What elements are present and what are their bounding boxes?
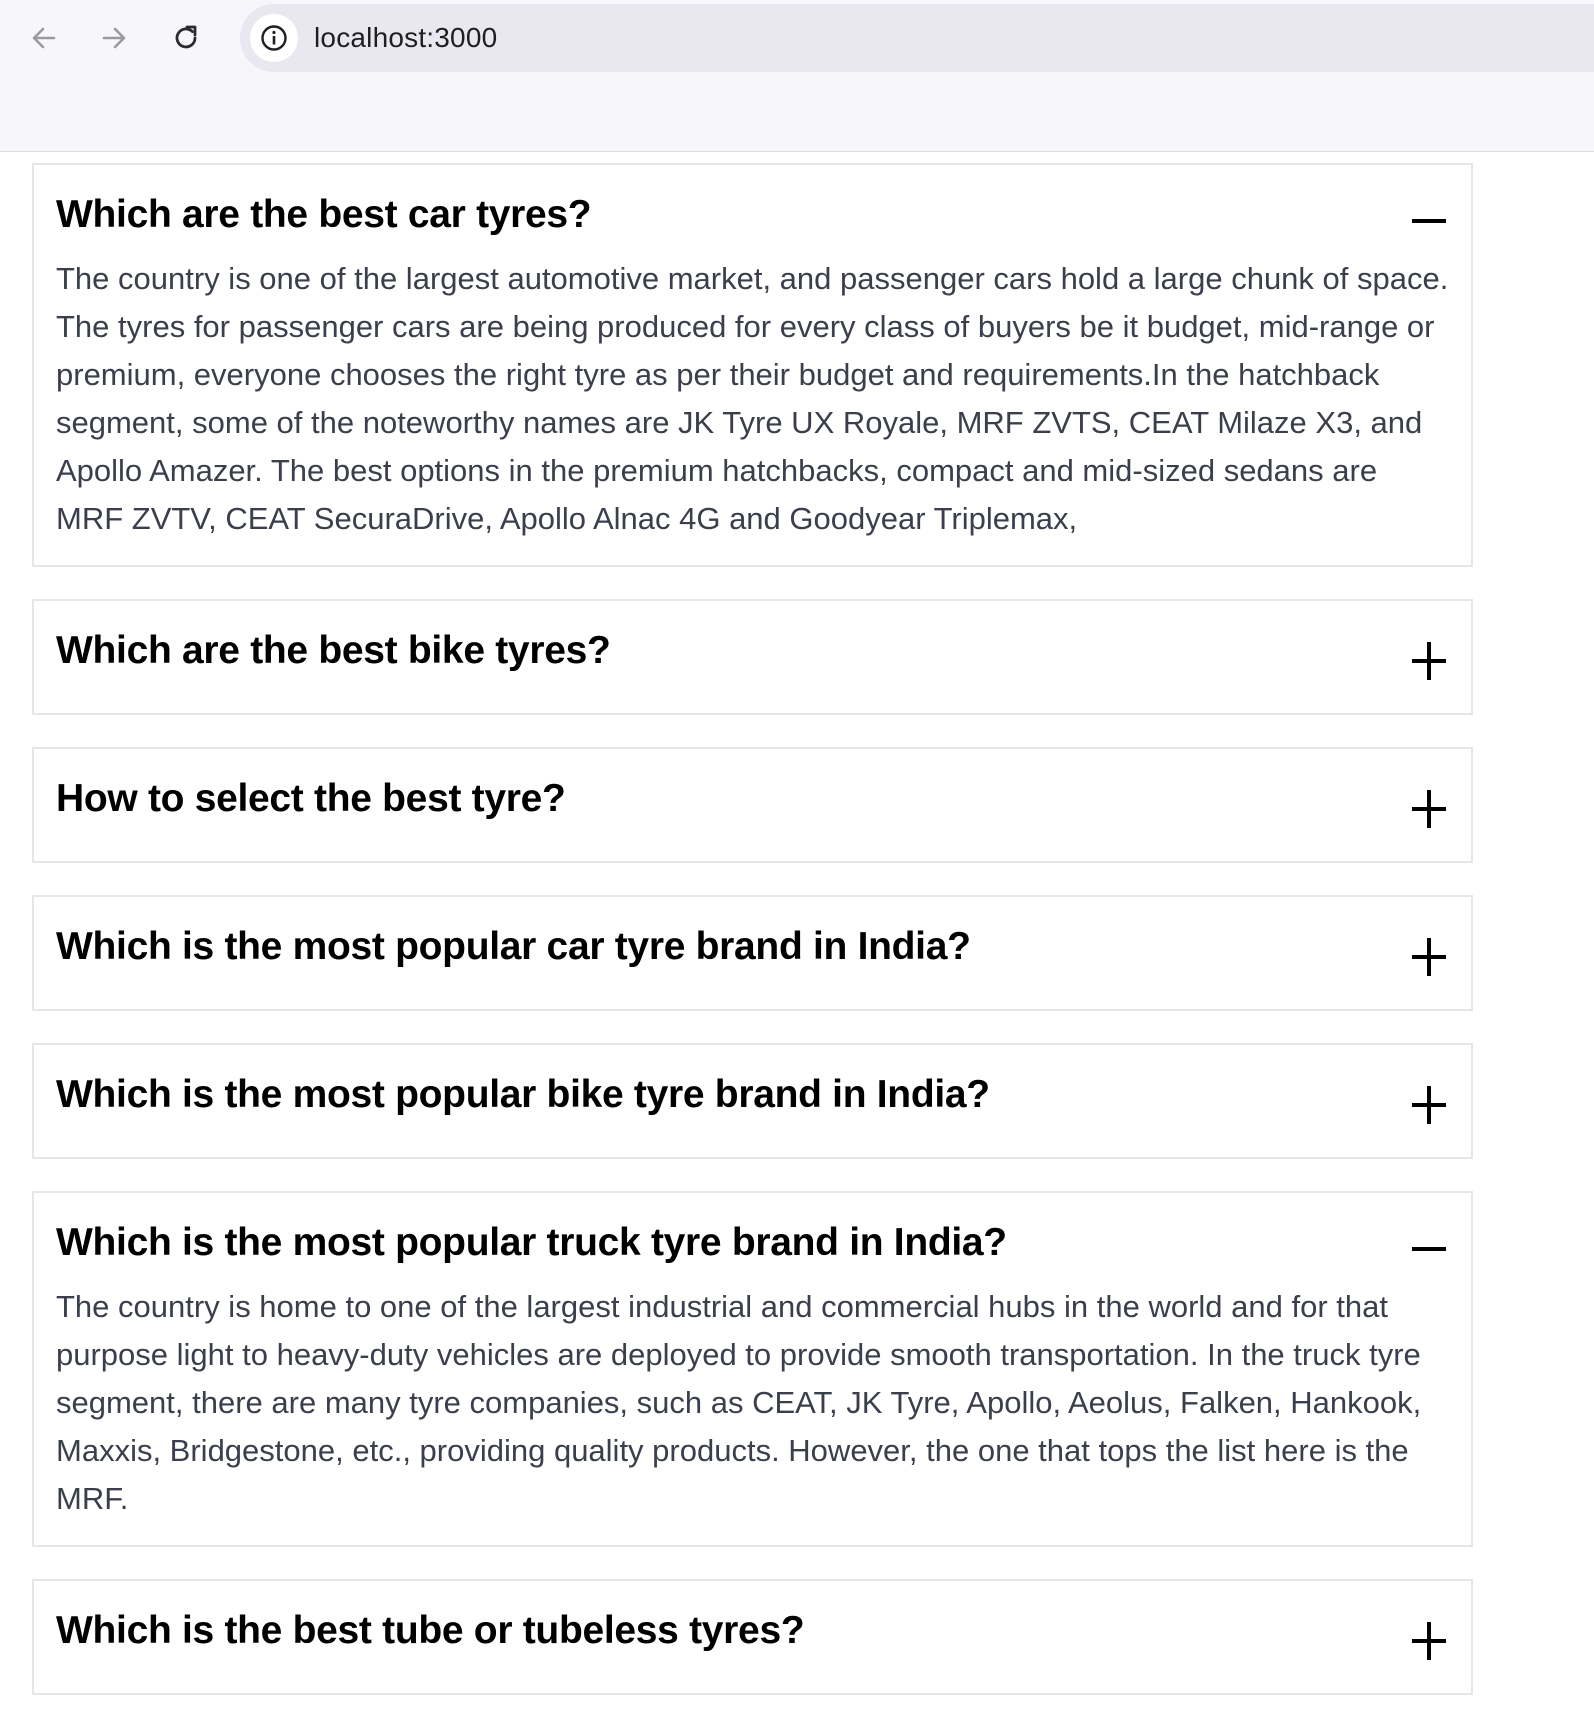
faq-item: Which is the most popular car tyre brand… xyxy=(32,895,1473,1011)
plus-icon[interactable] xyxy=(1409,641,1449,681)
back-button[interactable] xyxy=(24,18,64,58)
faq-question-toggle[interactable]: Which is the most popular truck tyre bra… xyxy=(34,1193,1471,1281)
faq-question-toggle[interactable]: Which is the most popular bike tyre bran… xyxy=(34,1045,1471,1157)
faq-answer: The country is home to one of the larges… xyxy=(56,1289,1422,1516)
faq-item: How to select the best tyre? xyxy=(32,747,1473,863)
faq-question: Which is the most popular car tyre brand… xyxy=(56,925,971,968)
arrow-left-icon xyxy=(32,27,56,49)
faq-item: Which are the best bike tyres? xyxy=(32,599,1473,715)
faq-list: Which are the best car tyres? The countr… xyxy=(32,163,1473,1727)
plus-icon[interactable] xyxy=(1409,1085,1449,1125)
faq-item: Which is the most popular bike tyre bran… xyxy=(32,1043,1473,1159)
faq-question: Which is the most popular bike tyre bran… xyxy=(56,1073,990,1116)
faq-question: Which is the best tube or tubeless tyres… xyxy=(56,1609,805,1652)
browser-toolbar: localhost:3000 xyxy=(0,0,1594,152)
faq-question-toggle[interactable]: How to select the best tyre? xyxy=(34,749,1471,861)
plus-icon[interactable] xyxy=(1409,937,1449,977)
minus-icon[interactable] xyxy=(1409,1229,1449,1269)
faq-question: Which are the best bike tyres? xyxy=(56,629,611,672)
arrow-right-icon xyxy=(102,27,126,49)
url-text: localhost:3000 xyxy=(314,22,498,53)
reload-icon xyxy=(175,25,197,49)
forward-button[interactable] xyxy=(94,18,134,58)
plus-icon[interactable] xyxy=(1409,789,1449,829)
plus-icon[interactable] xyxy=(1409,1621,1449,1661)
faq-item: Which is the most popular truck tyre bra… xyxy=(32,1191,1473,1547)
faq-question: How to select the best tyre? xyxy=(56,777,566,820)
faq-answer: The country is one of the largest automo… xyxy=(56,261,1449,536)
faq-question-toggle[interactable]: Which are the best bike tyres? xyxy=(34,601,1471,713)
faq-question: Which is the most popular truck tyre bra… xyxy=(56,1221,1007,1264)
faq-question-toggle[interactable]: Which is the most popular car tyre brand… xyxy=(34,897,1471,1009)
site-info-button[interactable] xyxy=(250,14,298,62)
faq-item: Which are the best car tyres? The countr… xyxy=(32,163,1473,567)
faq-question: Which are the best car tyres? xyxy=(56,193,592,236)
address-bar[interactable]: localhost:3000 xyxy=(240,4,1594,72)
reload-button[interactable] xyxy=(166,18,206,58)
faq-item: Which is the best tube or tubeless tyres… xyxy=(32,1579,1473,1695)
minus-icon[interactable] xyxy=(1409,201,1449,241)
faq-question-toggle[interactable]: Which are the best car tyres? xyxy=(34,165,1471,253)
faq-question-toggle[interactable]: Which is the best tube or tubeless tyres… xyxy=(34,1581,1471,1693)
info-icon xyxy=(261,25,287,51)
